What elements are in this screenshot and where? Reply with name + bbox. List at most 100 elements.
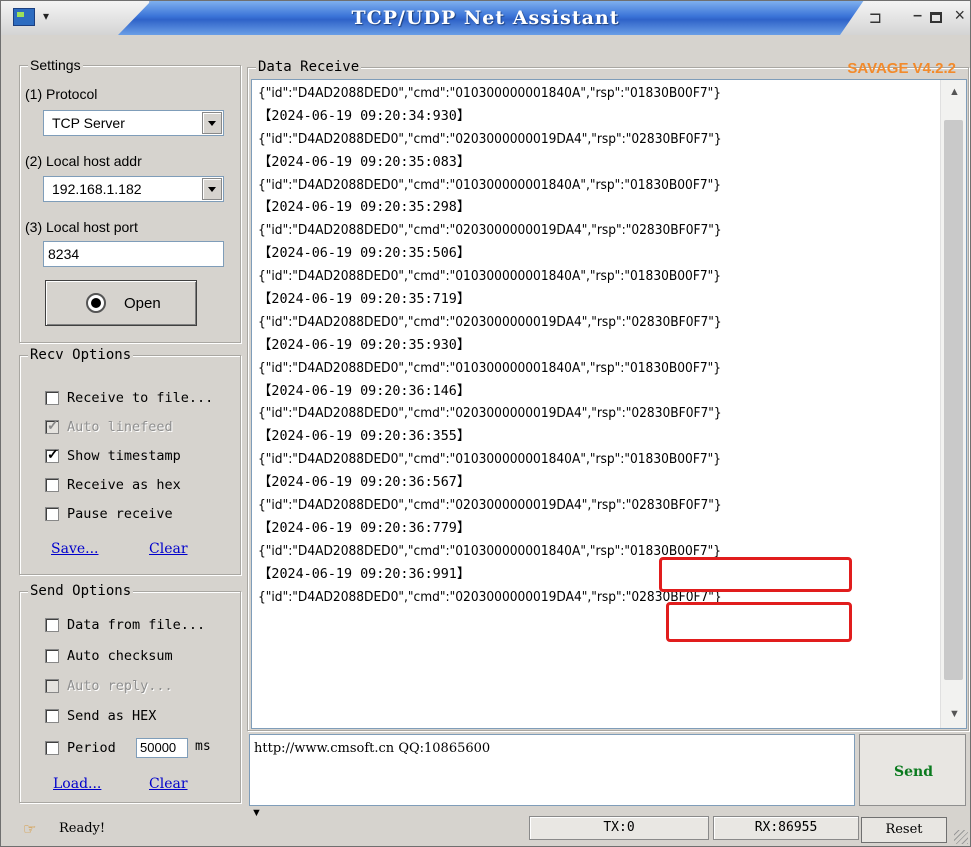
vertical-scrollbar[interactable]: ▲ ▼ (940, 80, 966, 728)
open-button-label: Open (124, 295, 161, 312)
data-from-file-checkbox[interactable] (45, 618, 59, 632)
receive-timestamp-line: 【2024-06-19 09:20:36:567】 (258, 475, 471, 491)
data-from-file-label: Data from file... (67, 617, 206, 633)
status-text: Ready! (59, 821, 106, 836)
scroll-thumb[interactable] (944, 120, 963, 680)
host-label: (2) Local host addr (25, 153, 142, 169)
maximize-icon[interactable] (930, 12, 942, 23)
pause-receive-checkbox[interactable] (45, 507, 59, 521)
send-button[interactable]: Send (859, 734, 966, 806)
window-title: TCP/UDP Net Assistant (351, 7, 620, 29)
protocol-value: TCP Server (52, 115, 125, 131)
receive-timestamp-line: 【2024-06-19 09:20:35:506】 (258, 246, 471, 262)
pin-icon[interactable]: ⊐ (869, 8, 882, 28)
receive-data-line: {"id":"D4AD2088DED0","cmd":"010300000001… (258, 268, 722, 285)
port-label: (3) Local host port (25, 219, 138, 235)
rx-counter: RX:86955 (713, 816, 859, 840)
data-from-file-option[interactable]: Data from file... (45, 615, 205, 635)
auto-linefeed-label: Auto linefeed (67, 419, 173, 435)
period-checkbox[interactable] (45, 741, 59, 755)
receive-textarea[interactable]: {"id":"D4AD2088DED0","cmd":"010300000001… (251, 79, 967, 729)
receive-data-line: {"id":"D4AD2088DED0","cmd":"020300000001… (258, 130, 722, 147)
minimize-icon[interactable]: – (913, 7, 922, 25)
receive-timestamp-line: 【2024-06-19 09:20:36:146】 (258, 383, 471, 399)
auto-linefeed-checkbox (45, 417, 59, 434)
send-button-label: Send (894, 764, 933, 780)
recv-clear-link[interactable]: Clear (149, 541, 188, 557)
status-bar: ☞ Ready! ▼ TX:0 RX:86955 Reset (1, 807, 970, 846)
connection-indicator-icon (86, 293, 106, 313)
auto-checksum-checkbox[interactable] (45, 649, 59, 663)
receive-as-hex-checkbox[interactable] (45, 478, 59, 492)
data-receive-legend: Data Receive (256, 59, 362, 75)
host-select[interactable]: 192.168.1.182 (43, 176, 224, 202)
send-options-legend: Send Options (28, 583, 134, 599)
receive-timestamp-line: 【2024-06-19 09:20:35:083】 (258, 154, 471, 170)
pause-receive-option[interactable]: Pause receive (45, 504, 173, 524)
show-timestamp-label: Show timestamp (67, 448, 181, 464)
receive-timestamp-line: 【2024-06-19 09:20:35:719】 (258, 292, 471, 308)
auto-linefeed-option: Auto linefeed (45, 417, 173, 437)
tx-counter: TX:0 (529, 816, 709, 840)
receive-as-hex-label: Receive as hex (67, 477, 181, 493)
receive-timestamp-line: 【2024-06-19 09:20:36:355】 (258, 429, 471, 445)
chevron-down-icon[interactable] (202, 178, 222, 200)
period-input[interactable]: 50000 (136, 738, 188, 758)
send-as-hex-checkbox[interactable] (45, 709, 59, 723)
brand-label: SAVAGE V4.2.2 (847, 60, 956, 77)
receive-data-line: {"id":"D4AD2088DED0","cmd":"010300000001… (258, 359, 722, 376)
receive-data-line: {"id":"D4AD2088DED0","cmd":"010300000001… (258, 176, 722, 193)
period-option[interactable]: Period (45, 738, 116, 758)
receive-data-line: {"id":"D4AD2088DED0","cmd":"020300000001… (258, 222, 722, 239)
reset-button[interactable]: Reset (861, 817, 947, 843)
receive-timestamp-line: 【2024-06-19 09:20:35:930】 (258, 337, 471, 353)
receive-data-line: {"id":"D4AD2088DED0","cmd":"010300000001… (258, 85, 722, 101)
receive-timestamp-line: 【2024-06-19 09:20:36:779】 (258, 520, 471, 536)
dropdown-marker-icon: ▼ (251, 807, 262, 819)
period-unit: ms (195, 739, 211, 754)
receive-data-line: {"id":"D4AD2088DED0","cmd":"020300000001… (258, 313, 722, 330)
chevron-down-icon[interactable] (202, 112, 222, 134)
send-as-hex-option[interactable]: Send as HEX (45, 706, 156, 726)
receive-to-file-option[interactable]: Receive to file... (45, 388, 213, 408)
receive-data-line: {"id":"D4AD2088DED0","cmd":"020300000001… (258, 497, 722, 514)
save-link[interactable]: Save... (51, 541, 98, 557)
period-label: Period (67, 740, 116, 756)
receive-timestamp-line: 【2024-06-19 09:20:35:298】 (258, 200, 471, 216)
load-link[interactable]: Load... (53, 776, 101, 792)
app-window: ▾ TCP/UDP Net Assistant ⊐ – × Settings (… (0, 0, 971, 847)
highlight-box-1 (659, 557, 852, 592)
status-hand-icon: ☞ (23, 821, 37, 838)
auto-reply-label: Auto reply... (67, 678, 173, 694)
port-input[interactable]: 8234 (43, 241, 224, 267)
highlight-box-2 (666, 602, 852, 642)
scroll-up-icon[interactable]: ▲ (949, 86, 960, 98)
scroll-down-icon[interactable]: ▼ (949, 708, 960, 720)
auto-reply-checkbox (45, 679, 59, 693)
title-bar[interactable]: ▾ TCP/UDP Net Assistant ⊐ – × (1, 1, 970, 35)
receive-lines: {"id":"D4AD2088DED0","cmd":"010300000001… (258, 82, 938, 608)
host-value: 192.168.1.182 (52, 181, 142, 197)
send-textarea[interactable]: http://www.cmsoft.cn QQ:10865600 (249, 734, 855, 806)
send-as-hex-label: Send as HEX (67, 708, 157, 724)
settings-legend: Settings (28, 57, 83, 73)
auto-checksum-label: Auto checksum (67, 648, 173, 664)
receive-to-file-checkbox[interactable] (45, 391, 59, 405)
show-timestamp-option[interactable]: Show timestamp (45, 446, 181, 466)
protocol-label: (1) Protocol (25, 86, 98, 102)
open-button[interactable]: Open (45, 280, 197, 326)
pause-receive-label: Pause receive (67, 506, 173, 522)
auto-reply-option: Auto reply... (45, 676, 173, 696)
receive-data-line: {"id":"D4AD2088DED0","cmd":"010300000001… (258, 451, 722, 468)
receive-data-line: {"id":"D4AD2088DED0","cmd":"020300000001… (258, 405, 722, 422)
receive-to-file-label: Receive to file... (67, 390, 214, 406)
receive-timestamp-line: 【2024-06-19 09:20:34:930】 (258, 108, 471, 124)
protocol-select[interactable]: TCP Server (43, 110, 224, 136)
close-icon[interactable]: × (954, 5, 965, 26)
resize-grip-icon[interactable] (954, 830, 968, 844)
show-timestamp-checkbox[interactable] (45, 446, 59, 463)
send-clear-link[interactable]: Clear (149, 776, 188, 792)
recv-options-legend: Recv Options (28, 347, 134, 363)
receive-as-hex-option[interactable]: Receive as hex (45, 475, 181, 495)
auto-checksum-option[interactable]: Auto checksum (45, 646, 173, 666)
